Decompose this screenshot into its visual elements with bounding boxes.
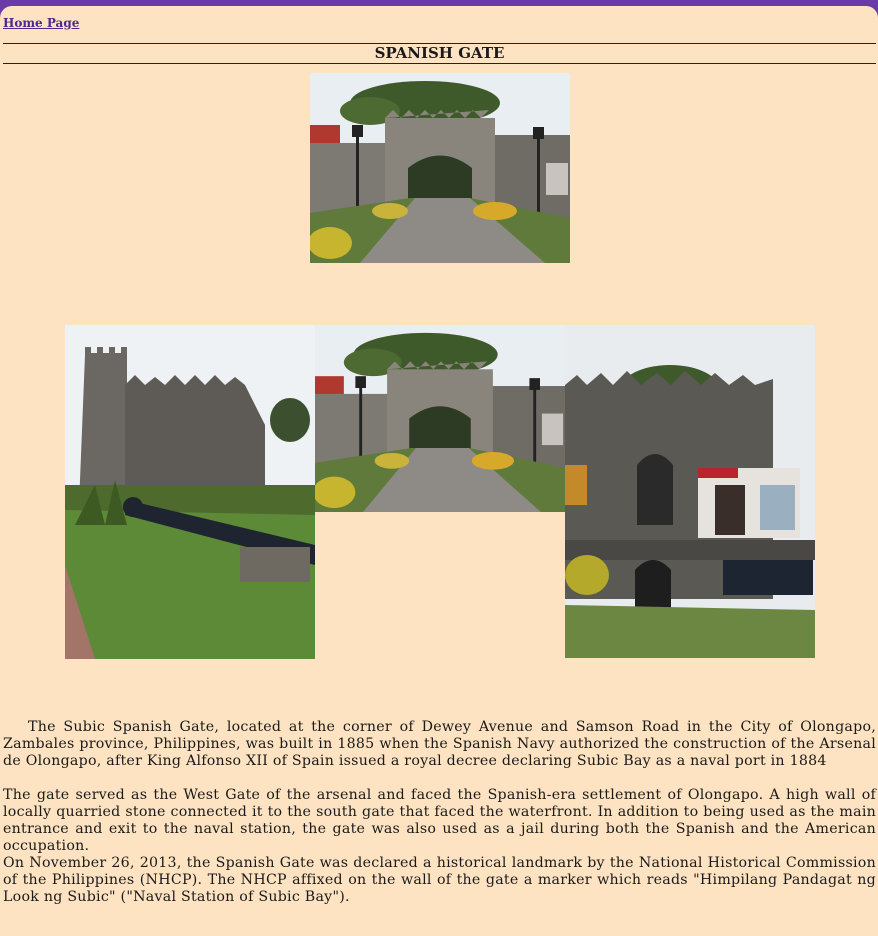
- paragraph-landmark: On November 26, 2013, the Spanish Gate w…: [3, 855, 876, 905]
- ruins-cannon-photo: [65, 325, 315, 659]
- wall-with-marker-photo: [565, 325, 815, 658]
- page-background: Home Page SPANISH GATE The Subic Spanish…: [0, 6, 878, 936]
- spanish-gate-photo-middle: [315, 325, 565, 512]
- paragraph-history: The Subic Spanish Gate, located at the c…: [3, 719, 876, 769]
- page-title: SPANISH GATE: [3, 43, 876, 64]
- home-page-link[interactable]: Home Page: [3, 16, 79, 30]
- paragraph-west-gate: The gate served as the West Gate of the …: [3, 787, 876, 854]
- spanish-gate-photo-top: [310, 73, 570, 263]
